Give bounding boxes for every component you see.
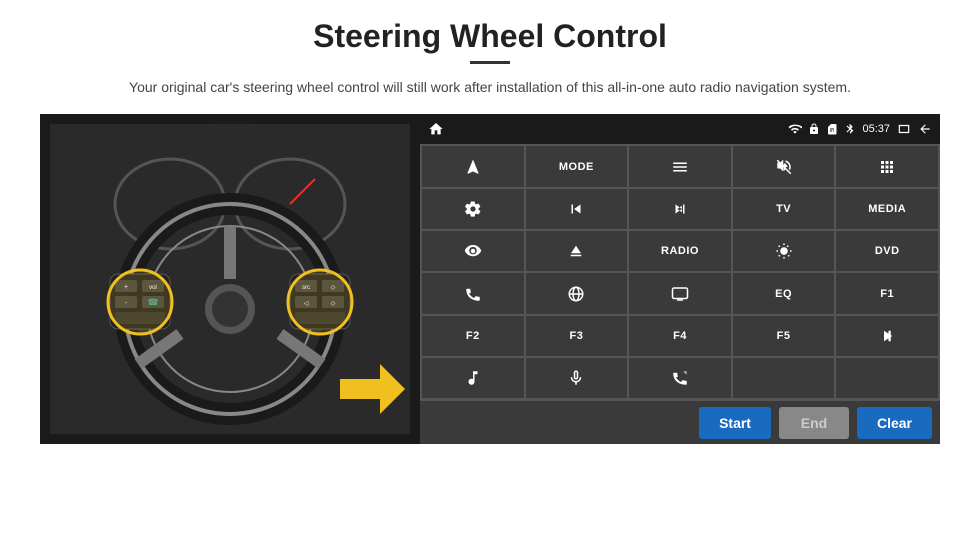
settings-btn[interactable] — [422, 189, 524, 229]
cam360-btn[interactable] — [422, 231, 524, 271]
window-icon — [896, 122, 912, 136]
action-bar: Start End Clear — [420, 400, 940, 444]
prev-btn[interactable] — [526, 189, 628, 229]
f2-btn[interactable]: F2 — [422, 316, 524, 356]
media-btn[interactable]: MEDIA — [836, 189, 938, 229]
status-right: 05:37 — [788, 122, 932, 136]
empty2-btn — [836, 358, 938, 398]
dvd-btn[interactable]: DVD — [836, 231, 938, 271]
brightness-btn[interactable] — [733, 231, 835, 271]
radio-btn[interactable]: RADIO — [629, 231, 731, 271]
back-icon — [918, 122, 932, 136]
page-title: Steering Wheel Control — [313, 18, 667, 55]
car-image-bg: + - vol ☎ src ◇ — [40, 114, 420, 444]
f1-btn[interactable]: F1 — [836, 273, 938, 313]
apps-btn[interactable] — [836, 146, 938, 186]
eq-btn[interactable]: EQ — [733, 273, 835, 313]
f3-btn[interactable]: F3 — [526, 316, 628, 356]
playpause-btn[interactable] — [836, 316, 938, 356]
title-divider — [470, 61, 510, 64]
screen-btn[interactable] — [629, 273, 731, 313]
sim-icon — [826, 123, 838, 135]
menu-btn[interactable] — [629, 146, 731, 186]
f5-btn[interactable]: F5 — [733, 316, 835, 356]
end-button[interactable]: End — [779, 407, 849, 439]
wifi-icon — [788, 122, 802, 136]
bluetooth-icon — [844, 122, 856, 136]
eject-btn[interactable] — [526, 231, 628, 271]
lock-icon — [808, 123, 820, 135]
content-row: + - vol ☎ src ◇ — [40, 114, 940, 444]
music-btn[interactable] — [422, 358, 524, 398]
status-left — [428, 121, 444, 137]
car-image-container: + - vol ☎ src ◇ — [40, 114, 420, 444]
empty1-btn — [733, 358, 835, 398]
page-subtitle: Your original car's steering wheel contr… — [129, 76, 851, 98]
phone-btn[interactable] — [422, 273, 524, 313]
mode-btn[interactable]: MODE — [526, 146, 628, 186]
time-display: 05:37 — [862, 123, 890, 135]
status-bar: 05:37 — [420, 114, 940, 144]
nav-btn[interactable] — [422, 146, 524, 186]
page-wrapper: Steering Wheel Control Your original car… — [0, 0, 980, 544]
phonecall-btn[interactable] — [629, 358, 731, 398]
f4-btn[interactable]: F4 — [629, 316, 731, 356]
mute-btn[interactable] — [733, 146, 835, 186]
control-panel: 05:37 MODE — [420, 114, 940, 444]
home-icon — [428, 121, 444, 137]
clear-button[interactable]: Clear — [857, 407, 932, 439]
button-grid: MODE TV — [420, 144, 940, 400]
browse-btn[interactable] — [526, 273, 628, 313]
tv-btn[interactable]: TV — [733, 189, 835, 229]
start-button[interactable]: Start — [699, 407, 771, 439]
mic-btn[interactable] — [526, 358, 628, 398]
steering-wheel-svg: + - vol ☎ src ◇ — [50, 124, 410, 434]
next-btn[interactable] — [629, 189, 731, 229]
